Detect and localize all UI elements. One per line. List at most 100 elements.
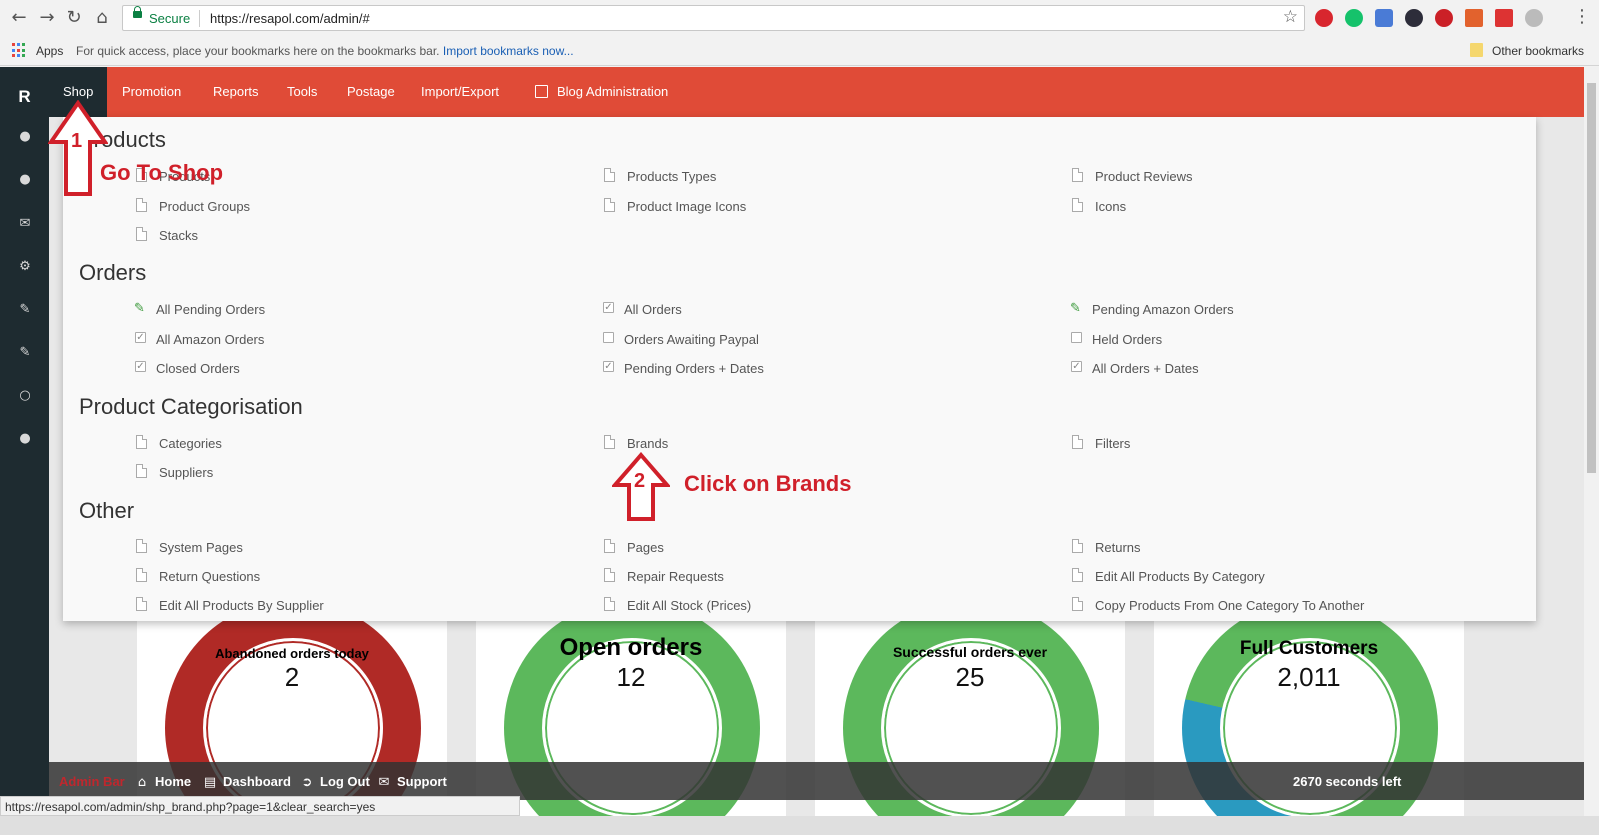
nav-blog-label: Blog Administration [557,84,669,99]
browser-toolbar: ← → ↻ ⌂ Secure https://resapol.com/admin… [0,0,1599,36]
import-bookmarks-link[interactable]: Import bookmarks now... [443,44,574,58]
menu-link-return-questions[interactable]: Return Questions [136,568,260,584]
user-icon[interactable]: ● [17,130,33,144]
menu-link-repair-requests[interactable]: Repair Requests [604,568,724,584]
menu-link-product-image-icons[interactable]: Product Image Icons [604,198,747,214]
left-sidebar: R ● ● ✉ ⚙ ✎ ✎ ○ ● [0,67,49,835]
menu-link-orders-awaiting-paypal[interactable]: Orders Awaiting Paypal [603,332,759,347]
menu-link-label: Categories [159,436,222,451]
forward-icon[interactable]: → [36,7,58,29]
browser-menu-icon[interactable]: ⋮ [1573,6,1591,27]
scrollbar-thumb[interactable] [1587,83,1596,473]
apps-label[interactable]: Apps [36,44,63,58]
menu-link-label: Repair Requests [627,569,724,584]
bookmarks-bar: Apps For quick access, place your bookma… [0,36,1599,66]
menu-link-closed-orders[interactable]: ✓ Closed Orders [135,361,240,376]
apps-icon[interactable] [12,43,27,58]
admin-bar: Admin Bar ⌂ Home ▤ Dashboard ➲ Log Out ✉ Sup… [49,762,1584,800]
secure-label: Secure [149,11,191,26]
translate-extension-icon[interactable] [1375,9,1393,27]
address-bar[interactable]: Secure https://resapol.com/admin/# ☆ [122,5,1305,31]
home-icon[interactable]: ⌂ [91,7,113,29]
menu-link-label: Product Image Icons [627,199,747,214]
menu-link-all-pending-orders[interactable]: ✎ All Pending Orders [134,301,265,317]
envelope-icon[interactable]: ✉ [17,217,33,231]
admin-dashboard-link[interactable]: ▤ Dashboard [203,774,291,790]
edit-icon[interactable]: ✎ [17,303,33,317]
bookmark-star-icon[interactable]: ☆ [1283,7,1298,27]
user-icon[interactable]: ● [17,173,33,187]
menu-link-held-orders[interactable]: Held Orders [1071,332,1163,347]
extension-icon[interactable] [1525,9,1543,27]
horizontal-scrollbar[interactable] [0,816,1599,835]
page-scrollbar[interactable] [1584,67,1599,820]
document-icon [136,568,147,582]
menu-link-products-types[interactable]: Products Types [604,168,716,184]
menu-link-brands[interactable]: Brands [604,435,668,451]
stat-title: Full Customers [1239,638,1379,659]
menu-link-label: System Pages [159,540,243,555]
folder-icon [1470,43,1483,57]
menu-link-label: Held Orders [1092,332,1163,347]
top-navigation: Shop Promotion Reports Tools Postage Imp… [49,67,1584,117]
url-text[interactable]: https://resapol.com/admin/# [210,11,370,26]
gears-icon[interactable]: ⚙ [17,260,33,274]
mail-extension-icon[interactable] [1495,9,1513,27]
reload-icon[interactable]: ↻ [63,7,85,29]
menu-link-suppliers[interactable]: Suppliers [136,464,213,480]
menu-link-copy-products[interactable]: Copy Products From One Category To Anoth… [1072,597,1365,613]
nav-reports[interactable]: Reports [199,67,273,117]
logo[interactable]: R [0,87,49,107]
menu-link-stacks[interactable]: Stacks [136,227,198,243]
stat-title: Abandoned orders today [215,646,369,661]
admin-home-link[interactable]: ⌂ Home [135,774,191,790]
nav-tools[interactable]: Tools [273,67,331,117]
annotation-step-number: 2 [634,470,646,492]
menu-link-edit-products-by-supplier[interactable]: Edit All Products By Supplier [136,597,324,613]
back-icon[interactable]: ← [8,7,30,29]
checkbox-checked-icon: ✓ [135,332,146,343]
menu-link-product-groups[interactable]: Product Groups [136,198,250,214]
stat-title: Open orders [559,634,703,661]
menu-link-returns[interactable]: Returns [1072,539,1141,555]
menu-link-all-orders-dates[interactable]: ✓ All Orders + Dates [1071,361,1199,376]
extension-icon[interactable] [1465,9,1483,27]
menu-link-system-pages[interactable]: System Pages [136,539,243,555]
menu-link-pages[interactable]: Pages [604,539,664,555]
admin-support-label: Support [397,774,447,789]
other-bookmarks[interactable]: Other bookmarks [1492,44,1584,58]
k-extension-icon[interactable] [1405,9,1423,27]
nav-blog-administration[interactable]: Blog Administration [521,67,682,117]
admin-logout-link[interactable]: ➲ Log Out [300,774,370,790]
menu-link-all-amazon-orders[interactable]: ✓ All Amazon Orders [135,332,264,347]
circle-icon[interactable]: ○ [17,389,33,403]
opera-extension-icon[interactable] [1315,9,1333,27]
home-icon: ⌂ [137,775,147,790]
edit-icon[interactable]: ✎ [17,346,33,360]
menu-link-all-orders[interactable]: ✓ All Orders [603,302,682,317]
menu-link-pending-orders-dates[interactable]: ✓ Pending Orders + Dates [603,361,764,376]
menu-link-label: Copy Products From One Category To Anoth… [1095,598,1365,613]
menu-link-categories[interactable]: Categories [136,435,222,451]
menu-link-label: Product Reviews [1095,169,1193,184]
menu-link-product-reviews[interactable]: Product Reviews [1072,168,1193,184]
menu-link-label: Closed Orders [156,361,240,376]
menu-link-filters[interactable]: Filters [1072,435,1131,451]
menu-link-edit-products-by-category[interactable]: Edit All Products By Category [1072,568,1265,584]
menu-link-pending-amazon-orders[interactable]: ✎ Pending Amazon Orders [1070,301,1234,317]
nav-promotion[interactable]: Promotion [108,67,195,117]
menu-link-edit-all-stock[interactable]: Edit All Stock (Prices) [604,597,751,613]
stat-value: 12 [616,662,646,692]
menu-link-label: Filters [1095,436,1131,451]
menu-link-icons[interactable]: Icons [1072,198,1126,214]
user-icon[interactable]: ● [17,432,33,446]
checkbox-empty-icon [1071,332,1082,343]
section-title-product-categorisation: Product Categorisation [79,394,303,419]
nav-import-export[interactable]: Import/Export [407,67,513,117]
shop-mega-menu: Products Products Products Types Product… [63,117,1536,621]
pinterest-extension-icon[interactable] [1435,9,1453,27]
grammarly-extension-icon[interactable] [1345,9,1363,27]
nav-postage[interactable]: Postage [333,67,409,117]
admin-support-link[interactable]: ✉ Support [377,774,447,790]
checkbox-checked-icon: ✓ [1071,361,1082,372]
